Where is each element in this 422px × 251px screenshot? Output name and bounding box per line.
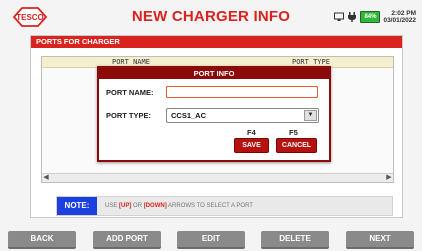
note-down-key: [DOWN] <box>143 203 167 209</box>
status-area: 84% 2:02 PM 03/01/2022 <box>334 6 416 28</box>
panel-title: PORTS FOR CHARGER <box>31 36 402 48</box>
cancel-button[interactable]: CANCEL <box>276 138 317 153</box>
note-bar: NOTE: USE [UP] OR [DOWN] ARROWS TO SELEC… <box>56 196 393 216</box>
clock-date: 03/01/2022 <box>383 17 416 24</box>
port-name-input[interactable] <box>166 86 318 98</box>
port-name-label: PORT NAME: <box>106 88 154 97</box>
delete-button[interactable]: DELETE <box>261 231 329 249</box>
next-button[interactable]: NEXT <box>346 231 414 249</box>
note-text-2: OR <box>131 203 144 209</box>
clock: 2:02 PM 03/01/2022 <box>383 10 416 24</box>
port-type-select[interactable]: CCS1_AC ▼ <box>166 108 319 123</box>
note-text-3: ARROWS TO SELECT A PORT <box>166 203 253 209</box>
f4-key-label: F4 <box>247 128 256 137</box>
battery-indicator: 84% <box>360 11 381 23</box>
note-text: USE [UP] OR [DOWN] ARROWS TO SELECT A PO… <box>105 203 253 209</box>
back-button[interactable]: BACK <box>8 231 76 249</box>
dialog-title: PORT INFO <box>99 68 329 79</box>
column-port-type: PORT TYPE <box>292 58 330 66</box>
scroll-left-icon[interactable]: ◀ <box>42 174 50 182</box>
note-up-key: [UP] <box>119 203 132 209</box>
note-label: NOTE: <box>57 197 97 215</box>
header: TESCO NEW CHARGER INFO 84% 2:02 PM 03/01… <box>0 0 422 34</box>
clock-time: 2:02 PM <box>391 10 416 17</box>
column-port-name: PORT NAME <box>112 58 150 66</box>
edit-button[interactable]: EDIT <box>177 231 245 249</box>
save-button[interactable]: SAVE <box>234 138 269 153</box>
chevron-down-icon[interactable]: ▼ <box>304 110 317 121</box>
scroll-right-icon[interactable]: ▶ <box>385 174 393 182</box>
power-plug-icon <box>348 12 357 22</box>
add-port-button[interactable]: ADD PORT <box>93 231 161 249</box>
monitor-icon <box>334 12 345 21</box>
note-text-1: USE <box>105 203 120 209</box>
port-type-value: CCS1_AC <box>171 111 207 120</box>
port-type-label: PORT TYPE: <box>106 111 152 120</box>
port-info-dialog: PORT INFO PORT NAME: PORT TYPE: CCS1_AC … <box>97 66 331 162</box>
horizontal-scrollbar[interactable]: ◀ ▶ <box>42 173 393 182</box>
f5-key-label: F5 <box>289 128 298 137</box>
